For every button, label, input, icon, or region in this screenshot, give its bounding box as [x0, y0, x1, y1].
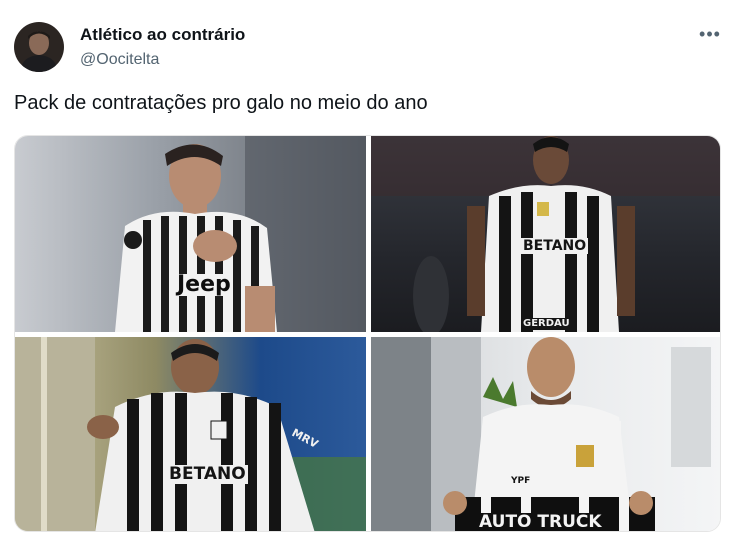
media-grid: Jeep BETANO GERDAU BETANO MRV YPF AUTO T…	[14, 135, 721, 532]
media-photo-3[interactable]: BETANO MRV	[15, 337, 366, 531]
media-photo-4[interactable]: YPF AUTO TRUCK	[371, 337, 720, 531]
shirt-secondary-sponsor-text: GERDAU	[521, 318, 572, 330]
shirt-sponsor-text: BETANO	[521, 238, 589, 254]
shirt-sponsor-text: BETANO	[167, 464, 248, 484]
more-options-button[interactable]: •••	[698, 24, 722, 44]
shirt-sponsor-text: AUTO TRUCK	[475, 513, 606, 531]
media-photo-1[interactable]: Jeep	[15, 136, 366, 332]
media-photo-2[interactable]: BETANO GERDAU	[371, 136, 720, 332]
tweet-text: Pack de contratações pro galo no meio do…	[14, 92, 428, 114]
tweet-card: Atlético ao contrário @Oocitelta ••• Pac…	[0, 0, 742, 540]
badge-text: YPF	[511, 476, 531, 486]
avatar[interactable]	[14, 22, 64, 72]
shirt-sponsor-text: Jeep	[175, 272, 233, 297]
author-handle[interactable]: @Oocitelta	[80, 51, 159, 69]
author-display-name[interactable]: Atlético ao contrário	[80, 25, 245, 45]
